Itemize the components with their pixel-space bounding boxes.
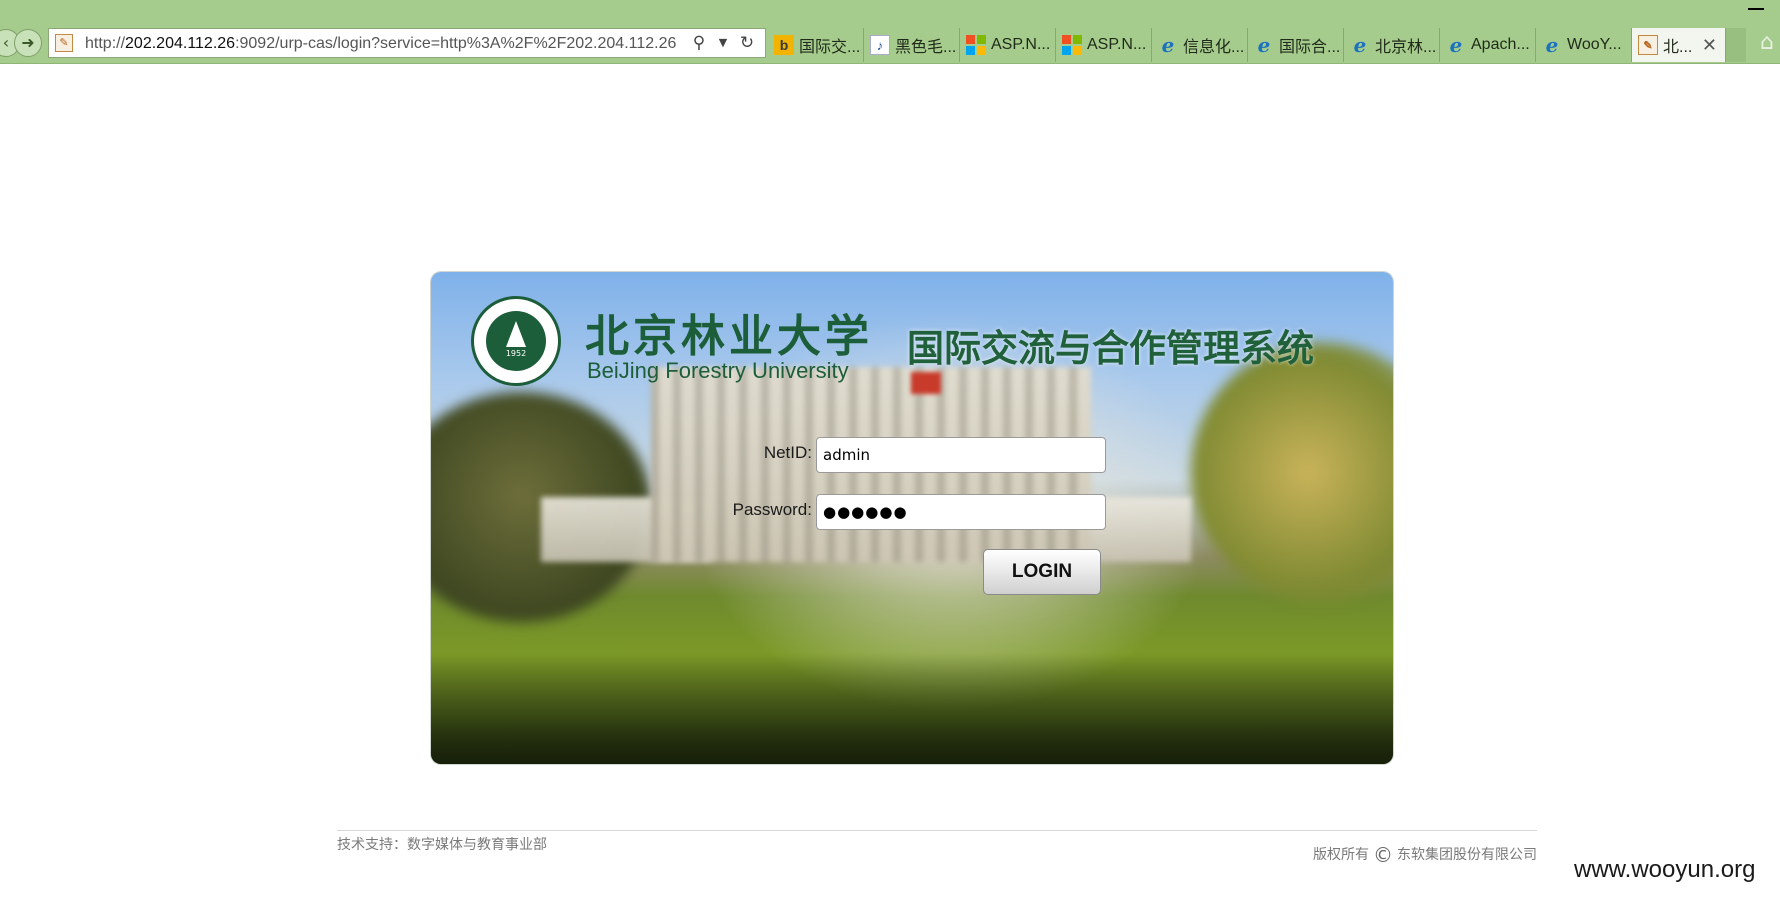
address-bar[interactable]: ✎ http://202.204.112.26:9092/urp-cas/log… bbox=[48, 28, 766, 58]
refresh-icon[interactable]: ↻ bbox=[737, 33, 757, 53]
browser-tab[interactable]: e Apach... bbox=[1440, 28, 1536, 62]
system-title: 国际交流与合作管理系统 bbox=[907, 327, 1314, 370]
background-tree-right bbox=[1191, 342, 1393, 602]
ie-icon: e bbox=[1161, 33, 1175, 57]
browser-tab[interactable]: e WooY... bbox=[1536, 28, 1632, 62]
tab-label: 信息化... bbox=[1183, 39, 1245, 56]
browser-tab[interactable]: b 国际交... bbox=[768, 28, 864, 62]
copyright-icon: © bbox=[1373, 843, 1393, 867]
browser-toolbar: ‹ ➜ ✎ http://202.204.112.26:9092/urp-cas… bbox=[0, 0, 1780, 64]
browser-tab[interactable]: ♪ 黑色毛... bbox=[864, 28, 960, 62]
browser-tab[interactable]: e 信息化... bbox=[1152, 28, 1248, 62]
background-lawn-shadow bbox=[431, 652, 1393, 764]
tab-label: 国际交... bbox=[799, 39, 861, 56]
university-seal-logo: 1952 bbox=[471, 296, 561, 386]
page-favicon-icon: ✎ bbox=[55, 34, 73, 52]
copyright-company: 东软集团股份有限公司 bbox=[1397, 847, 1537, 863]
copyright-prefix: 版权所有 bbox=[1313, 847, 1369, 863]
ie-icon: e bbox=[1545, 33, 1559, 57]
login-button[interactable]: LOGIN bbox=[983, 549, 1101, 595]
music-icon: ♪ bbox=[870, 35, 890, 55]
browser-tab[interactable]: e 北京林... bbox=[1344, 28, 1440, 62]
tab-label: 国际合... bbox=[1279, 39, 1341, 56]
university-name-en: BeiJing Forestry University bbox=[587, 358, 849, 383]
microsoft-icon bbox=[1062, 35, 1082, 55]
login-panel: 1952 北京林业大学 BeiJing Forestry University … bbox=[431, 272, 1393, 764]
tab-label: 黑色毛... bbox=[895, 39, 957, 56]
tab-scroll-area[interactable] bbox=[1726, 28, 1746, 62]
forward-button[interactable]: ➜ bbox=[14, 29, 42, 57]
browser-tab[interactable]: ASP.N... bbox=[960, 28, 1056, 62]
close-tab-icon[interactable]: ✕ bbox=[1702, 35, 1717, 56]
netid-label: NetID: bbox=[763, 443, 812, 462]
footer-divider bbox=[337, 830, 1537, 831]
netid-input[interactable] bbox=[816, 437, 1106, 473]
copyright-text: 版权所有 © 东软集团股份有限公司 bbox=[1313, 843, 1537, 867]
browser-tab[interactable]: e 国际合... bbox=[1248, 28, 1344, 62]
browser-tab-active[interactable]: ✎ 北... ✕ bbox=[1632, 28, 1726, 62]
tree-icon bbox=[506, 321, 526, 347]
tech-support-text: 技术支持：数字媒体与教育事业部 bbox=[337, 837, 547, 853]
search-icon[interactable]: ⚲ bbox=[689, 33, 709, 53]
tab-label: WooY... bbox=[1567, 36, 1622, 53]
microsoft-icon bbox=[966, 35, 986, 55]
dropdown-arrow-icon[interactable]: ▼ bbox=[713, 33, 733, 53]
tab-label: ASP.N... bbox=[1087, 36, 1147, 53]
university-name-cn: 北京林业大学 bbox=[585, 311, 873, 362]
minimize-icon[interactable] bbox=[1748, 8, 1764, 10]
ie-icon: e bbox=[1257, 33, 1271, 57]
tab-label: 北... bbox=[1663, 39, 1693, 56]
tab-label: Apach... bbox=[1471, 36, 1530, 53]
bing-icon: b bbox=[774, 35, 794, 55]
password-input[interactable] bbox=[816, 494, 1106, 530]
background-flag bbox=[911, 372, 941, 394]
seal-year: 1952 bbox=[505, 349, 527, 358]
tab-label: ASP.N... bbox=[991, 36, 1051, 53]
ie-icon: e bbox=[1353, 33, 1367, 57]
page-icon: ✎ bbox=[1638, 35, 1658, 55]
watermark-text: www.wooyun.org bbox=[1574, 856, 1756, 883]
password-label: Password: bbox=[732, 500, 812, 519]
tab-strip: b 国际交... ♪ 黑色毛... ASP.N... ASP.N... e 信息… bbox=[768, 28, 1746, 62]
tab-label: 北京林... bbox=[1375, 39, 1437, 56]
home-icon[interactable]: ⌂ bbox=[1760, 30, 1774, 55]
address-url[interactable]: http://202.204.112.26:9092/urp-cas/login… bbox=[85, 35, 685, 53]
ie-icon: e bbox=[1449, 33, 1463, 57]
browser-tab[interactable]: ASP.N... bbox=[1056, 28, 1152, 62]
